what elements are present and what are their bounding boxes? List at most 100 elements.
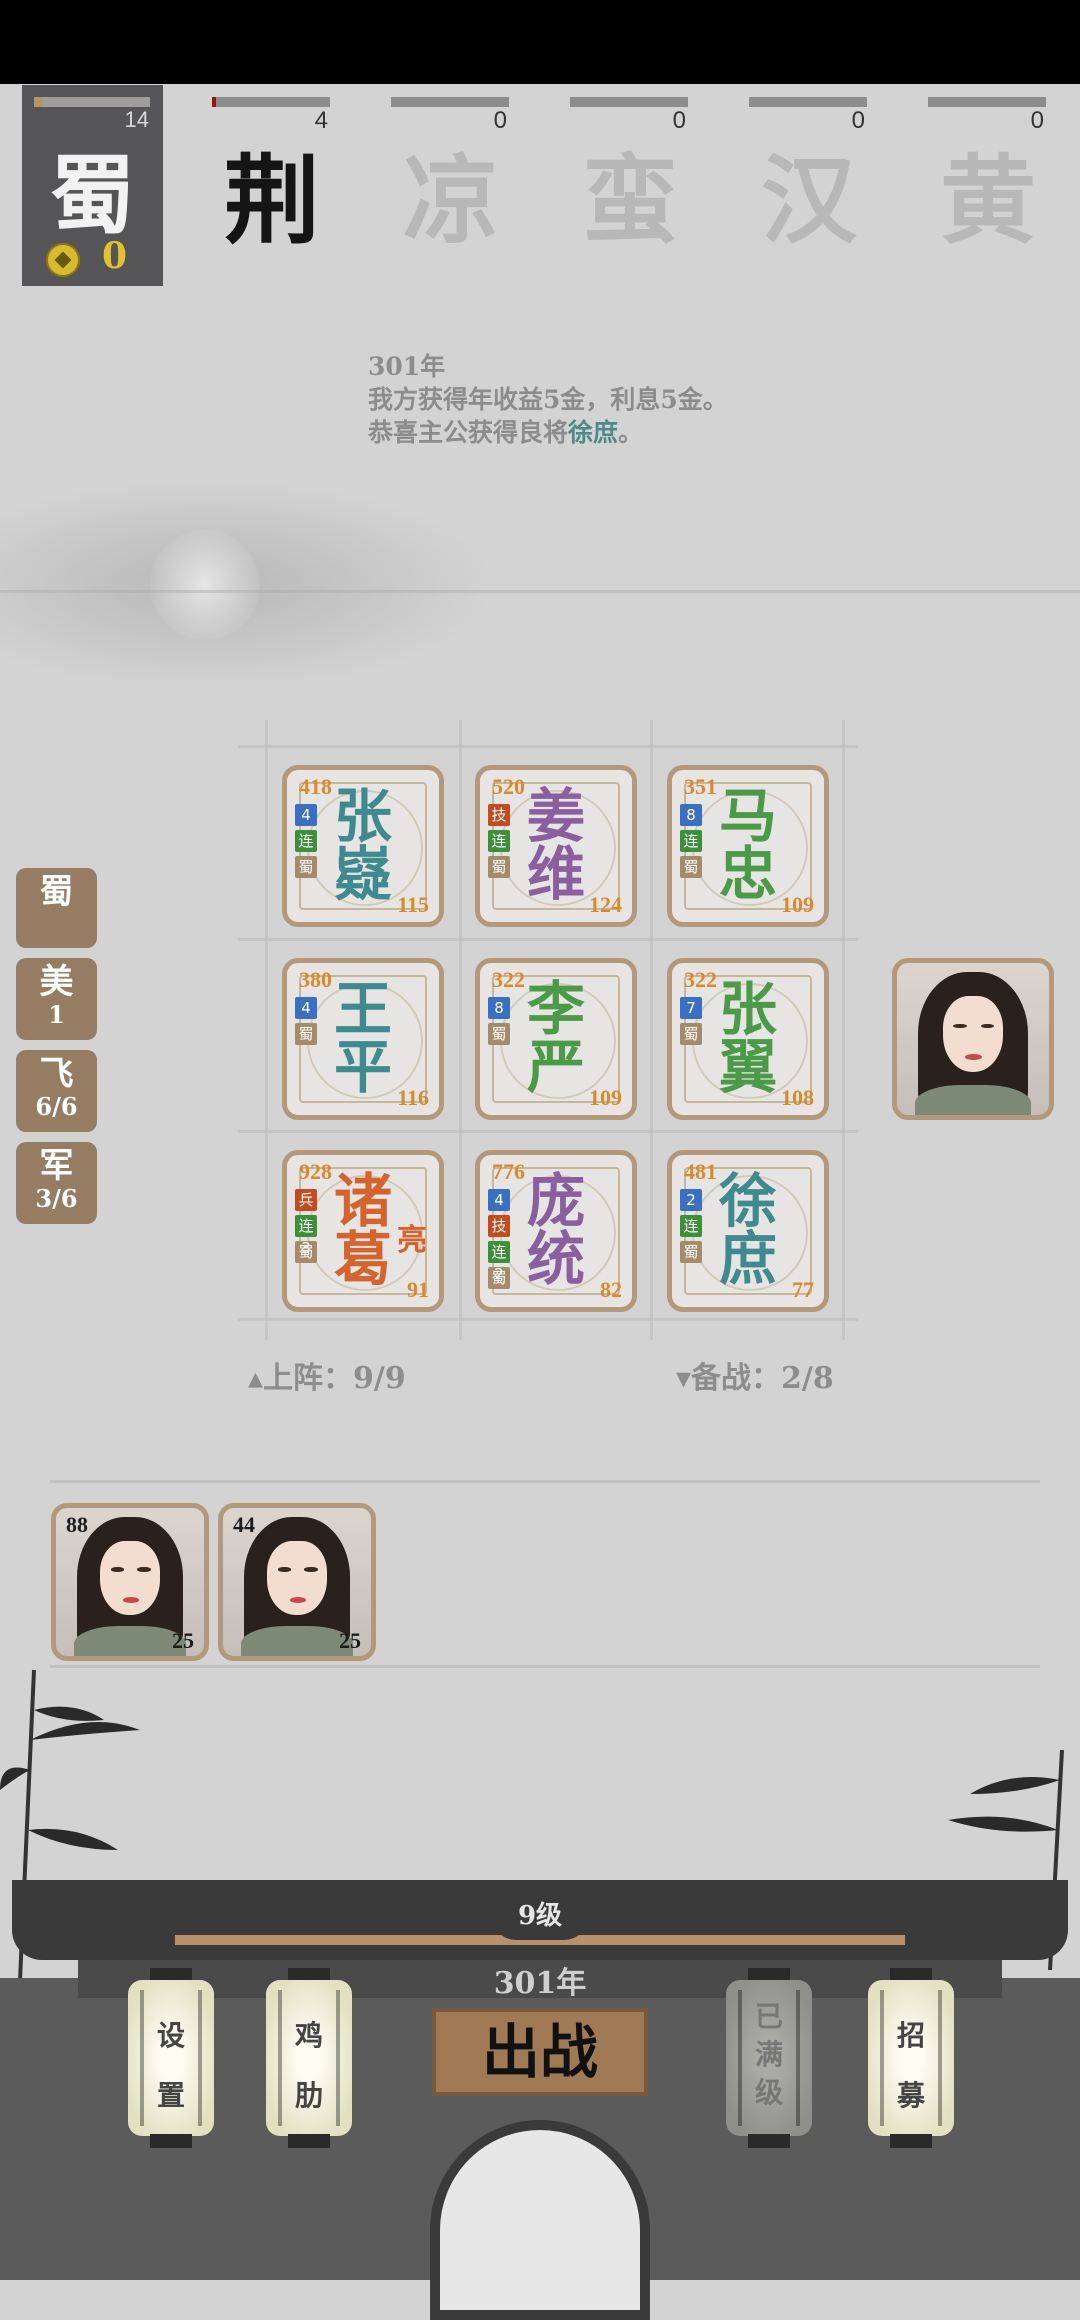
general-badge: 蜀 [488, 856, 510, 878]
general-badges: 技连蜀 [488, 804, 512, 882]
general-badges: 8蜀 [488, 997, 512, 1049]
max-level-button[interactable]: 已 满 级 [726, 1968, 812, 2150]
general-card[interactable]: 418 4连蜀 张 嶷 115 [282, 765, 444, 927]
chicken-rib-button[interactable]: 鸡 肋 [266, 1968, 352, 2150]
reserve-unit-top-value: 88 [66, 1512, 88, 1537]
faction-name: 荆 [224, 144, 320, 257]
grid-line [842, 720, 845, 1340]
reserve-unit[interactable]: 88 25 [51, 1503, 209, 1661]
recruit-button[interactable]: 招 募 [868, 1968, 954, 2150]
faction-tab-man[interactable]: 0 蛮 [570, 85, 690, 257]
general-badge: 蜀 [680, 1023, 702, 1045]
side-tab-faction[interactable]: 蜀 [16, 868, 97, 948]
general-badge: 技 [488, 1215, 510, 1237]
gold-amount: 0 [102, 235, 128, 277]
general-badges: 4 连蜀 [295, 804, 319, 882]
general-badge: 蜀 [488, 1023, 510, 1045]
general-level: 109 [781, 892, 814, 917]
general-card[interactable]: 322 7蜀 张 翼 108 [667, 958, 829, 1120]
side-tab-fei[interactable]: 飞 6/6 [16, 1050, 97, 1132]
faction-name: 黄 [940, 144, 1036, 257]
grid-line [650, 720, 653, 1340]
general-badge: 蜀 [680, 856, 702, 878]
general-badge: 4 [295, 804, 317, 826]
general-badge: 连 [295, 830, 317, 852]
general-card[interactable]: 928 兵连3蜀 诸 葛 亮 91 [282, 1150, 444, 1312]
general-portrait-preview[interactable] [892, 958, 1054, 1120]
grid-line [265, 720, 268, 1340]
general-badge: 连3 [295, 1215, 317, 1257]
general-badge: 蜀 [295, 856, 317, 878]
reserve-count: ▾备战：2/8 [676, 1361, 834, 1396]
coin-icon [46, 243, 80, 277]
general-badge: 连 [680, 830, 702, 852]
general-badge: 连 [488, 830, 510, 852]
log-general-name: 徐庶 [568, 418, 619, 447]
general-level: 77 [792, 1277, 814, 1302]
general-name-3: 亮 [397, 1223, 427, 1258]
faction-tab-huang[interactable]: 0 黄 [928, 85, 1048, 257]
player-level: 9级 [492, 1892, 588, 1940]
faction-name: 蜀 [49, 145, 136, 246]
general-level: 124 [589, 892, 622, 917]
general-badge: 4 [488, 1189, 510, 1211]
general-badge: 2 [680, 1189, 702, 1211]
reserve-unit[interactable]: 44 25 [218, 1503, 376, 1661]
log-line: 我方获得年收益5金，利息5金。 [368, 385, 728, 414]
general-badges: 4 技连2蜀 [488, 1189, 512, 1293]
ink-wash-decoration [0, 470, 520, 680]
general-level: 108 [781, 1085, 814, 1110]
general-badge: 兵 [295, 1189, 317, 1211]
general-badge: 7 [680, 997, 702, 1019]
reserve-line [50, 1480, 1040, 1483]
general-level: 91 [407, 1277, 429, 1302]
moon-decoration [150, 530, 260, 640]
faction-name: 凉 [403, 144, 499, 257]
general-badge: 8 [488, 997, 510, 1019]
general-badge: 蜀 [295, 1023, 317, 1045]
general-card[interactable]: 776 4技连2蜀 庞 统 82 [475, 1150, 637, 1312]
general-badge: 4 [295, 997, 317, 1019]
side-tab-beauty[interactable]: 美 1 [16, 958, 97, 1040]
general-badges: 2 连蜀 [680, 1189, 704, 1267]
general-card[interactable]: 380 4蜀 王 平 116 [282, 958, 444, 1120]
general-badge: 蜀 [680, 1241, 702, 1263]
grid-line [238, 938, 858, 941]
general-badge: 连2 [488, 1241, 510, 1283]
reserve-unit-bottom-value: 25 [172, 1628, 194, 1653]
faction-tab-jing[interactable]: 4 荆 [212, 85, 332, 257]
deployed-count: ▴上阵：9/9 [248, 1361, 406, 1396]
side-tab-army[interactable]: 军 3/6 [16, 1142, 97, 1224]
general-badges: 4蜀 [295, 997, 319, 1049]
general-badge: 连 [680, 1215, 702, 1237]
general-level: 82 [600, 1277, 622, 1302]
log-year: 301年 [368, 352, 446, 381]
reserve-unit-bottom-value: 25 [339, 1628, 361, 1653]
general-level: 109 [589, 1085, 622, 1110]
general-card[interactable]: 351 8连蜀 马 忠 109 [667, 765, 829, 927]
status-bar [0, 0, 1080, 84]
settings-button[interactable]: 设 置 [128, 1968, 214, 2150]
current-year: 301年 [493, 1966, 587, 2001]
general-badge: 蜀 [488, 1267, 510, 1289]
general-card[interactable]: 322 8蜀 李 严 109 [475, 958, 637, 1120]
grid-line [459, 720, 462, 1340]
horizon-line [0, 590, 1080, 593]
general-card[interactable]: 481 2连蜀 徐 庶 77 [667, 1150, 829, 1312]
grid-line [238, 1318, 858, 1321]
general-level: 116 [397, 1085, 429, 1110]
faction-tab-han[interactable]: 0 汉 [749, 85, 869, 257]
faction-tab-liang[interactable]: 0 凉 [391, 85, 511, 257]
faction-card-active[interactable]: 14 蜀 0 [22, 85, 163, 286]
general-card[interactable]: 520 技连蜀 姜 维 124 [475, 765, 637, 927]
general-badge: 蜀 [295, 1241, 317, 1263]
faction-name: 蛮 [582, 144, 678, 257]
general-badges: 兵连3蜀 [295, 1189, 319, 1267]
general-badges: 7蜀 [680, 997, 704, 1049]
battle-button[interactable]: 出战 [432, 2008, 648, 2096]
faction-progress-bar [34, 97, 150, 107]
faction-name: 汉 [761, 144, 857, 257]
general-level: 115 [397, 892, 429, 917]
log-line: 恭喜主公获得良将徐庶。 [368, 418, 644, 447]
general-badge: 技 [488, 804, 510, 826]
